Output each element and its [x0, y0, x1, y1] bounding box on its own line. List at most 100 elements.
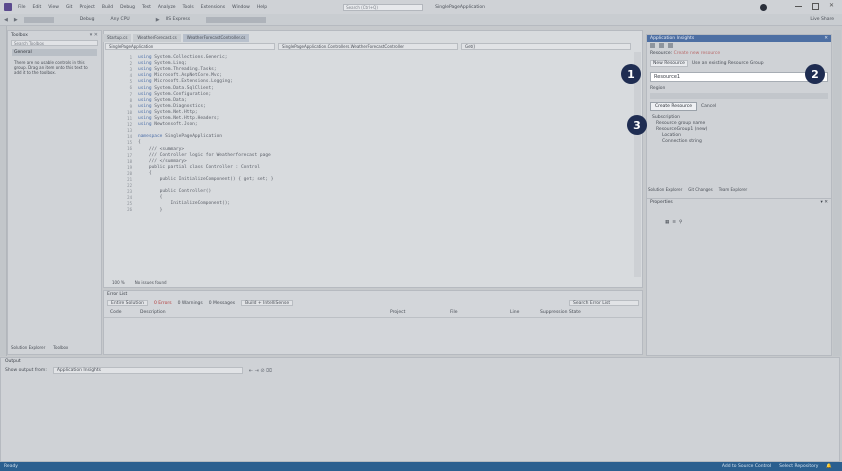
close-icon[interactable]: ✕	[829, 3, 836, 10]
tab-git-changes[interactable]: Git Changes	[688, 187, 712, 192]
code-line[interactable]: }	[138, 208, 163, 214]
platform-dropdown[interactable]: Any CPU	[111, 17, 130, 22]
notifications-icon[interactable]: 🔔	[826, 464, 832, 469]
alphabetical-icon[interactable]: ≡	[672, 220, 676, 225]
live-share-button[interactable]: Live Share	[810, 17, 834, 22]
menu-item-analyze[interactable]: Analyze	[158, 5, 176, 10]
select-repository[interactable]: Select Repository	[779, 464, 818, 469]
code-line[interactable]: using System.Configuration;	[138, 92, 211, 98]
code-line[interactable]: /// </summary>	[138, 159, 187, 165]
region-dropdown[interactable]	[650, 93, 828, 99]
scope-dropdown[interactable]: Entire Solution	[107, 300, 148, 306]
maximize-icon[interactable]	[812, 3, 819, 10]
resource-value[interactable]: Create new resource	[674, 51, 721, 56]
tab-toolbox[interactable]: Toolbox	[53, 345, 68, 350]
project-nav-dropdown[interactable]: SinglePageApplication	[105, 43, 275, 50]
output-toolbar-icons[interactable]: ⇤ ⇥ ⊘ ⌧	[249, 368, 272, 374]
menu-item-window[interactable]: Window	[232, 5, 250, 10]
zoom-level[interactable]: 100 %	[112, 280, 125, 286]
tab-weatherforecast-controller[interactable]: WeatherForecastController.cs	[182, 34, 250, 42]
properties-pin-icon[interactable]: ▾ ✕	[821, 199, 828, 206]
messages-filter[interactable]: 0 Messages	[209, 301, 235, 306]
code-line[interactable]: namespace SinglePageApplication	[138, 134, 222, 140]
code-keyword: using	[138, 79, 152, 85]
code-line[interactable]: using Newtonsoft.Json;	[138, 122, 198, 128]
tab-team-explorer[interactable]: Team Explorer	[719, 187, 748, 192]
toolbox-search-input[interactable]: Search Toolbox	[11, 40, 98, 46]
menu-item-project[interactable]: Project	[79, 5, 94, 10]
menu-item-extensions[interactable]: Extensions	[201, 5, 225, 10]
build-dropdown[interactable]: Build + IntelliSense	[241, 300, 294, 306]
tab-solution-explorer-right[interactable]: Solution Explorer	[648, 187, 682, 192]
menu-item-tools[interactable]: Tools	[183, 5, 194, 10]
code-keyword: using	[138, 109, 152, 115]
code-line[interactable]: using System.Data;	[138, 98, 187, 104]
col-code[interactable]: Code	[110, 310, 140, 315]
home-icon[interactable]	[650, 43, 655, 48]
code-line[interactable]: using System.Diagnostics;	[138, 104, 206, 110]
toolbar-button-group[interactable]	[23, 16, 54, 23]
type-nav-dropdown[interactable]: SinglePageApplication.Controllers.Weathe…	[278, 43, 458, 50]
code-line[interactable]: using Microsoft.Extensions.Logging;	[138, 79, 233, 85]
new-resource-option[interactable]: New Resource	[650, 60, 688, 67]
menu-item-build[interactable]: Build	[102, 5, 113, 10]
member-nav-dropdown[interactable]: Get()	[461, 43, 631, 50]
config-dropdown[interactable]: Debug	[80, 17, 95, 22]
cancel-button[interactable]: Cancel	[701, 104, 716, 109]
col-suppression[interactable]: Suppression State	[540, 310, 581, 315]
menu-item-test[interactable]: Test	[142, 5, 151, 10]
minimize-icon[interactable]	[795, 3, 802, 7]
errors-filter[interactable]: 0 Errors	[154, 301, 172, 306]
code-line[interactable]: public InitializeComponent() { get; set;…	[138, 177, 274, 183]
run-icon[interactable]: ▶	[156, 17, 160, 23]
toolbox-section-general[interactable]: General	[12, 49, 97, 56]
error-search-input[interactable]: Search Error List	[569, 300, 639, 306]
code-keyword: using	[138, 91, 152, 97]
back-icon[interactable]: ◀	[4, 17, 8, 23]
col-project[interactable]: Project	[390, 310, 450, 315]
tab-weatherforecast[interactable]: WeatherForecast.cs	[133, 34, 181, 42]
col-description[interactable]: Description	[140, 310, 390, 315]
code-line[interactable]: {	[138, 140, 141, 146]
output-source-dropdown[interactable]: Application Insights	[52, 367, 243, 374]
editor-nav-bar: SinglePageApplication SinglePageApplicat…	[105, 43, 640, 51]
tree-item[interactable]: Connection string	[652, 139, 826, 145]
code-line[interactable]: using System.Data.SqlClient;	[138, 86, 214, 92]
debug-toolbar-group[interactable]	[206, 16, 267, 23]
code-line[interactable]: {	[138, 171, 152, 177]
existing-resource-option[interactable]: Use an existing Resource Group	[692, 61, 764, 66]
code-line[interactable]: public partial class Controller : Contro…	[138, 165, 260, 171]
menu-item-help[interactable]: Help	[257, 5, 267, 10]
run-target[interactable]: IIS Express	[166, 17, 191, 22]
issues-indicator[interactable]: No issues found	[135, 280, 167, 286]
global-search-input[interactable]: Search (Ctrl+Q)	[343, 3, 424, 11]
categorized-icon[interactable]: ▦	[665, 220, 669, 225]
add-to-source-control[interactable]: Add to Source Control	[722, 464, 771, 469]
pin-icon[interactable]: ▾ ✕	[90, 32, 98, 38]
project-name: SinglePageApplication	[435, 4, 485, 10]
code-line[interactable]: using System.Net.Http;	[138, 110, 198, 116]
code-line[interactable]: InitializeComponent();	[138, 201, 231, 207]
resource-name-input[interactable]: Resource1	[650, 72, 828, 82]
settings-icon[interactable]	[668, 43, 673, 48]
col-line[interactable]: Line	[510, 310, 540, 315]
menu-item-file[interactable]: File	[18, 5, 26, 10]
account-avatar[interactable]	[760, 4, 767, 11]
warnings-filter[interactable]: 0 Warnings	[178, 301, 203, 306]
refresh-icon[interactable]	[659, 43, 664, 48]
code-line[interactable]: /// Controller logic for Weatherforecast…	[138, 153, 271, 159]
menu-item-git[interactable]: Git	[66, 5, 73, 10]
property-pages-icon[interactable]: ⚲	[679, 220, 682, 225]
menu-item-debug[interactable]: Debug	[120, 5, 135, 10]
editor-vertical-scrollbar[interactable]	[634, 52, 641, 277]
panel-close-icon[interactable]: ✕	[824, 35, 828, 42]
forward-icon[interactable]: ▶	[14, 17, 18, 23]
code-line[interactable]: /// <summary>	[138, 147, 184, 153]
tab-solution-explorer[interactable]: Solution Explorer	[11, 345, 45, 350]
toolbox-hint-text: There are no usable controls in this gro…	[14, 60, 88, 75]
menu-item-edit[interactable]: Edit	[33, 5, 42, 10]
tab-startup[interactable]: Startup.cs	[103, 34, 132, 42]
create-resource-button[interactable]: Create Resource	[650, 102, 698, 111]
col-file[interactable]: File	[450, 310, 510, 315]
menu-item-view[interactable]: View	[48, 5, 59, 10]
